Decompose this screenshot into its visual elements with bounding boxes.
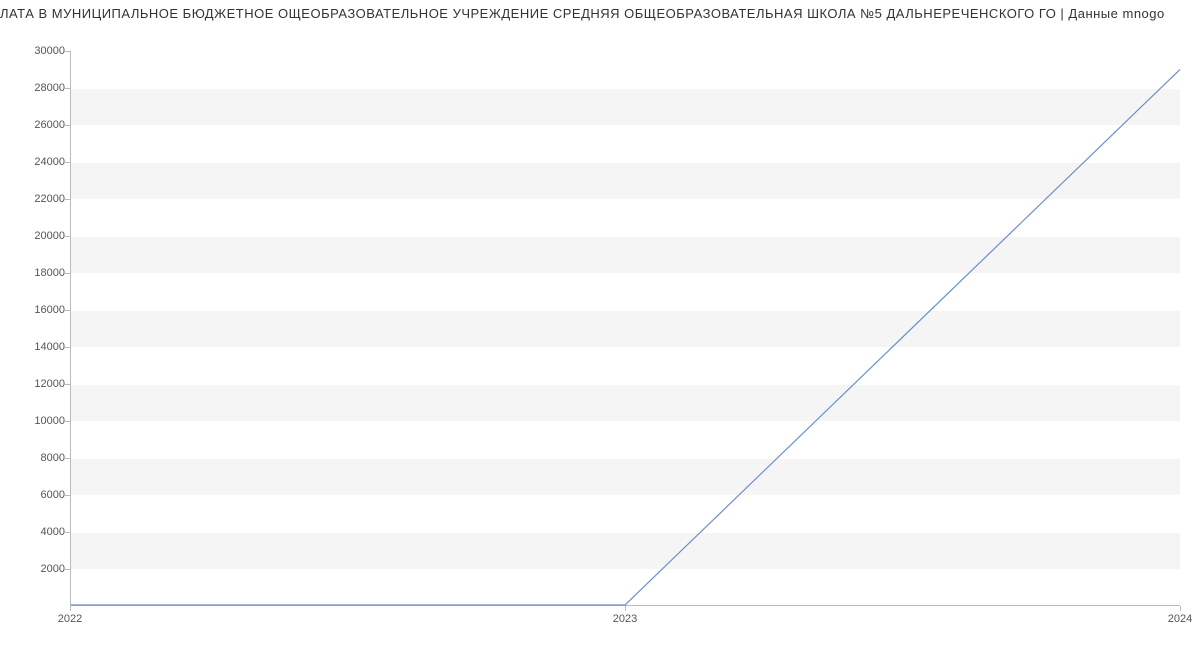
y-tick-label: 14000 bbox=[5, 341, 65, 353]
y-tick-label: 30000 bbox=[5, 45, 65, 57]
x-tick-label: 2023 bbox=[613, 613, 637, 625]
chart-title: ЛАТА В МУНИЦИПАЛЬНОЕ БЮДЖЕТНОЕ ОЩЕОБРАЗО… bbox=[0, 0, 1200, 21]
y-tick-mark bbox=[65, 569, 70, 570]
y-tick-mark bbox=[65, 495, 70, 496]
y-tick-label: 26000 bbox=[5, 119, 65, 131]
y-axis-line bbox=[70, 51, 71, 606]
y-tick-label: 24000 bbox=[5, 156, 65, 168]
y-tick-label: 22000 bbox=[5, 193, 65, 205]
x-tick-label: 2022 bbox=[58, 613, 82, 625]
y-tick-mark bbox=[65, 310, 70, 311]
y-tick-label: 28000 bbox=[5, 82, 65, 94]
x-tick-label: 2024 bbox=[1168, 613, 1192, 625]
y-tick-label: 8000 bbox=[5, 452, 65, 464]
x-tick-mark bbox=[625, 606, 626, 611]
y-tick-label: 2000 bbox=[5, 563, 65, 575]
y-tick-label: 4000 bbox=[5, 526, 65, 538]
y-tick-mark bbox=[65, 421, 70, 422]
y-tick-mark bbox=[65, 162, 70, 163]
chart-container: 2000 4000 6000 8000 10000 12000 14000 16000 1800… bbox=[0, 21, 1200, 641]
y-tick-label: 12000 bbox=[5, 378, 65, 390]
y-tick-mark bbox=[65, 532, 70, 533]
y-tick-mark bbox=[65, 125, 70, 126]
y-tick-mark bbox=[65, 347, 70, 348]
x-tick-mark bbox=[70, 606, 71, 611]
series-line bbox=[70, 69, 1180, 605]
y-tick-mark bbox=[65, 273, 70, 274]
y-tick-label: 6000 bbox=[5, 489, 65, 501]
y-tick-label: 10000 bbox=[5, 415, 65, 427]
y-tick-mark bbox=[65, 236, 70, 237]
x-tick-mark bbox=[1180, 606, 1181, 611]
y-tick-mark bbox=[65, 199, 70, 200]
y-tick-mark bbox=[65, 458, 70, 459]
y-tick-mark bbox=[65, 88, 70, 89]
y-tick-label: 16000 bbox=[5, 304, 65, 316]
y-tick-label: 20000 bbox=[5, 230, 65, 242]
plot-area bbox=[70, 51, 1180, 606]
line-layer bbox=[70, 51, 1180, 605]
y-tick-label: 18000 bbox=[5, 267, 65, 279]
y-tick-mark bbox=[65, 384, 70, 385]
y-tick-mark bbox=[65, 51, 70, 52]
